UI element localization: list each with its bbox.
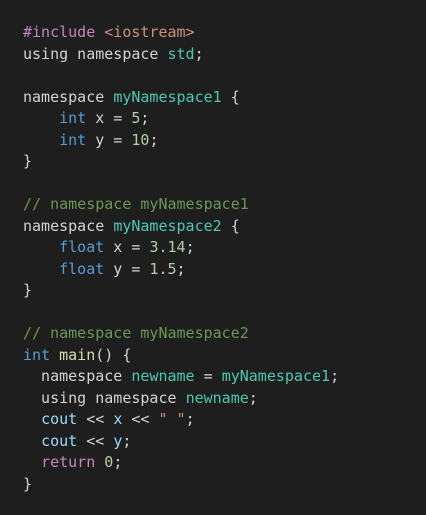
code-token-plain: ; — [248, 388, 258, 407]
code-line-8[interactable] — [23, 173, 426, 195]
code-token-plain: ; — [140, 109, 150, 127]
code-line-21[interactable]: return 0; — [23, 452, 426, 474]
code-token-var: x — [113, 410, 123, 428]
code-token-func: main — [59, 345, 96, 364]
code-token-type: float — [59, 259, 105, 278]
code-token-plain: { — [221, 87, 240, 106]
code-line-3[interactable] — [23, 65, 426, 87]
code-token-plain: } — [23, 474, 33, 493]
code-token-plain: ; — [113, 453, 123, 471]
code-token-string: " " — [158, 410, 186, 428]
code-token-var: cout — [41, 410, 78, 428]
code-token-plain: ; — [185, 238, 195, 256]
code-token-comment: // namespace myNamespace1 — [23, 195, 249, 213]
code-line-5[interactable]: int x = 5; — [23, 108, 426, 130]
code-line-10[interactable]: namespace myNamespace2 { — [23, 216, 426, 238]
code-line-18[interactable]: using namespace newname; — [23, 388, 426, 410]
code-token-plain: ; — [149, 130, 159, 149]
code-line-9[interactable]: // namespace myNamespace1 — [23, 194, 426, 216]
code-token-plain: << — [77, 431, 114, 450]
code-line-11[interactable]: float x = 3.14; — [23, 237, 426, 259]
code-token-plain: using namespace — [23, 388, 186, 407]
code-token-plain: << — [122, 410, 159, 428]
code-token-plain: ; — [330, 367, 340, 385]
code-token-plain: ; — [185, 410, 195, 428]
code-token-plain: << — [77, 410, 114, 428]
code-token-number: 10 — [131, 130, 150, 149]
code-token-typename: myNamespace1 — [113, 87, 222, 106]
code-token-include: <iostream> — [104, 23, 195, 41]
code-line-19[interactable]: cout << x << " "; — [23, 409, 426, 431]
code-token-number: 1.5 — [149, 259, 177, 278]
code-line-2[interactable]: using namespace std; — [23, 44, 426, 66]
code-token-plain: x = — [86, 109, 132, 127]
code-token-comment: // namespace myNamespace2 — [23, 324, 249, 342]
code-token-plain: } — [23, 152, 33, 170]
code-token-preproc: #include — [23, 23, 105, 41]
code-line-15[interactable]: // namespace myNamespace2 — [23, 323, 426, 345]
code-line-22[interactable]: } — [23, 474, 426, 496]
code-line-13[interactable]: } — [23, 280, 426, 302]
code-token-plain: namespace — [23, 367, 132, 385]
code-token-type: int — [23, 345, 51, 364]
code-line-6[interactable]: int y = 10; — [23, 130, 426, 152]
code-token-typename: newname — [131, 367, 195, 385]
code-token-typename: myNamespace2 — [113, 216, 222, 235]
code-line-1[interactable]: #include <iostream> — [23, 22, 426, 44]
code-token-typename: std — [167, 44, 195, 63]
code-line-14[interactable] — [23, 302, 426, 324]
code-line-20[interactable]: cout << y; — [23, 431, 426, 453]
code-token-number: 3.14 — [149, 238, 186, 256]
code-token-control: return — [41, 453, 96, 471]
code-token-plain: namespace — [23, 216, 114, 235]
code-token-plain: = — [194, 367, 222, 385]
code-token-plain: namespace — [23, 87, 114, 106]
code-token-plain: } — [23, 281, 33, 299]
code-token-plain: ; — [194, 44, 204, 63]
code-editor[interactable]: #include <iostream> using namespace std; n… — [0, 0, 426, 515]
code-token-var: cout — [41, 431, 78, 450]
code-token-plain: ; — [176, 259, 186, 278]
code-token-typename: newname — [185, 388, 249, 407]
code-line-16[interactable]: int main() { — [23, 345, 426, 367]
code-line-17[interactable]: namespace newname = myNamespace1; — [23, 366, 426, 388]
code-line-12[interactable]: float y = 1.5; — [23, 259, 426, 281]
code-token-var: y — [113, 431, 123, 450]
code-token-plain: x = — [104, 238, 150, 256]
code-block[interactable]: #include <iostream> using namespace std; n… — [23, 22, 426, 495]
code-line-4[interactable]: namespace myNamespace1 { — [23, 87, 426, 109]
code-token-type: int — [59, 130, 87, 149]
code-token-number: 0 — [104, 453, 114, 471]
code-token-type: int — [59, 109, 87, 127]
code-token-type: float — [59, 238, 105, 256]
code-token-plain: using namespace — [23, 44, 168, 63]
code-line-7[interactable]: } — [23, 151, 426, 173]
code-token-plain: { — [221, 216, 240, 235]
code-token-typename: myNamespace1 — [221, 367, 331, 385]
code-token-plain: y = — [104, 259, 150, 278]
code-token-plain: ; — [122, 431, 132, 450]
code-token-plain: y = — [86, 130, 132, 149]
code-token-plain: () { — [95, 345, 132, 364]
